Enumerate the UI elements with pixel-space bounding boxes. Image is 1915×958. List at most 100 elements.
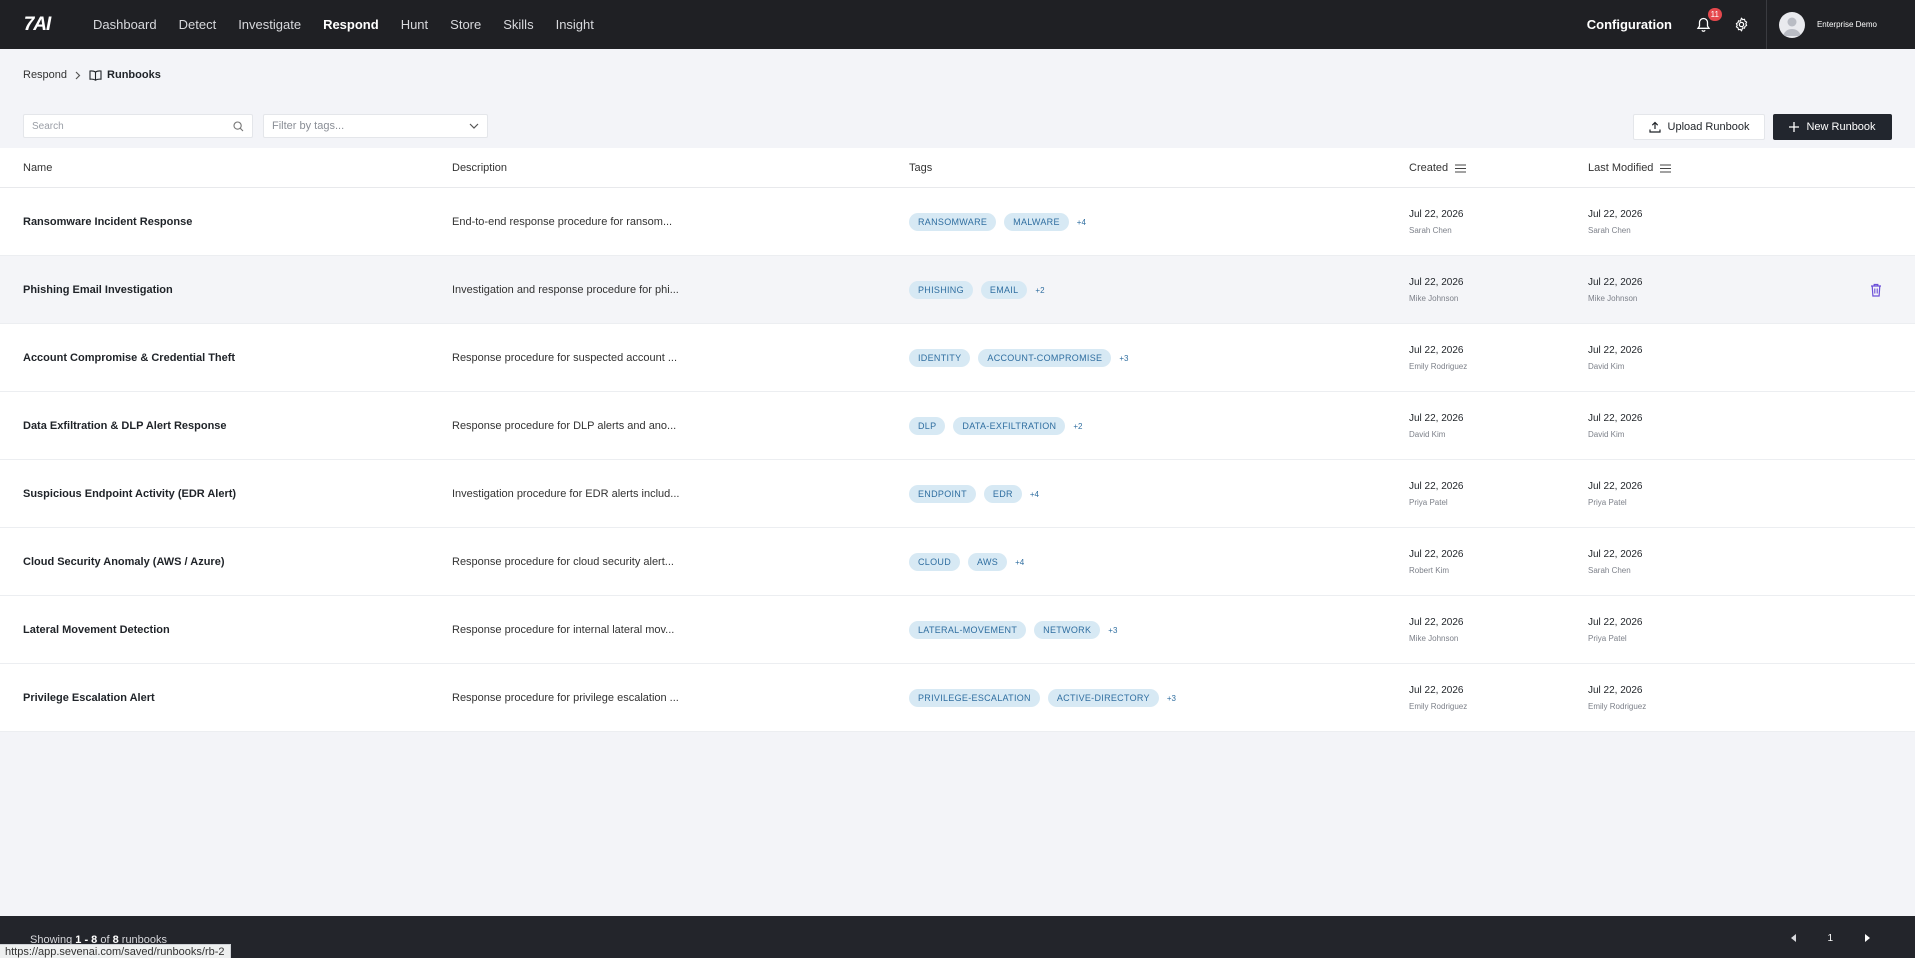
created-date: Jul 22, 2026 [1409,345,1464,356]
nav-item-detect[interactable]: Detect [168,0,228,49]
breadcrumb: Respond Runbooks [23,69,161,81]
modified-by: Sarah Chen [1588,566,1631,575]
modified-date: Jul 22, 2026 [1588,685,1643,696]
modified-by: Priya Patel [1588,498,1627,507]
created-date: Jul 22, 2026 [1409,685,1464,696]
column-header-tags: Tags [909,162,933,174]
table-row[interactable]: Suspicious Endpoint Activity (EDR Alert)… [0,460,1915,528]
more-tags-count[interactable]: +2 [1073,422,1082,431]
modified-cell: Jul 22, 2026 Sarah Chen [1588,528,1643,596]
upload-icon [1648,121,1661,133]
created-date: Jul 22, 2026 [1409,277,1464,288]
runbook-description: Investigation and response procedure for… [452,284,679,296]
runbook-description: Response procedure for cloud security al… [452,556,674,568]
caret-right-icon [1864,934,1870,942]
nav-item-dashboard[interactable]: Dashboard [82,0,168,49]
runbooks-table: Name Description Tags Created Last Modif… [0,148,1915,732]
more-tags-count[interactable]: +3 [1167,694,1176,703]
column-header-name[interactable]: Name [23,148,52,188]
modified-cell: Jul 22, 2026 Sarah Chen [1588,188,1643,256]
column-menu-icon[interactable] [1455,163,1467,173]
more-tags-count[interactable]: +4 [1077,218,1086,227]
tag-chip: PHISHING [909,281,973,299]
new-runbook-label: New Runbook [1806,121,1876,133]
main-nav: Dashboard Detect Investigate Respond Hunt Sto… [82,0,605,49]
next-page-button[interactable] [1857,928,1877,948]
runbook-name: Account Compromise & Credential Theft [23,352,236,364]
created-date: Jul 22, 2026 [1409,617,1464,628]
nav-item-hunt[interactable]: Hunt [390,0,439,49]
table-row[interactable]: Cloud Security Anomaly (AWS / Azure) Res… [0,528,1915,596]
more-tags-count[interactable]: +2 [1035,286,1044,295]
created-by: Sarah Chen [1409,226,1452,235]
created-cell: Jul 22, 2026 Mike Johnson [1409,256,1464,324]
modified-cell: Jul 22, 2026 Emily Rodriguez [1588,664,1646,732]
tag-chip: IDENTITY [909,349,971,367]
app-logo[interactable]: 7AI [0,0,64,49]
tag-chip: EDR [983,485,1022,503]
created-by: David Kim [1409,430,1446,439]
chevron-right-icon [75,71,81,80]
nav-item-respond[interactable]: Respond [312,0,390,49]
modified-cell: Jul 22, 2026 Priya Patel [1588,460,1643,528]
modified-cell: Jul 22, 2026 Mike Johnson [1588,256,1643,324]
search-input[interactable] [32,120,233,132]
user-menu[interactable]: Enterprise Demo [1765,0,1915,49]
more-tags-count[interactable]: +4 [1030,490,1039,499]
modified-date: Jul 22, 2026 [1588,209,1643,220]
table-row[interactable]: Privilege Escalation Alert Response proc… [0,664,1915,732]
created-date: Jul 22, 2026 [1409,549,1464,560]
trash-icon [1871,283,1881,297]
nav-item-investigate[interactable]: Investigate [227,0,312,49]
modified-by: Priya Patel [1588,634,1627,643]
previous-page-button[interactable] [1783,928,1803,948]
settings-button[interactable] [1732,15,1752,35]
tag-chip: MALWARE [1004,213,1069,231]
column-header-last-modified[interactable]: Last Modified [1588,148,1672,188]
upload-runbook-button[interactable]: Upload Runbook [1633,114,1765,140]
more-tags-count[interactable]: +3 [1108,626,1117,635]
chevron-down-icon [469,123,479,129]
notification-badge: 11 [1707,7,1722,21]
nav-item-store[interactable]: Store [439,0,492,49]
modified-cell: Jul 22, 2026 David Kim [1588,324,1643,392]
avatar [1778,11,1805,38]
more-tags-count[interactable]: +3 [1119,354,1128,363]
runbook-description: Response procedure for privilege escalat… [452,692,679,704]
tag-chip: EMAIL [980,281,1028,299]
new-runbook-button[interactable]: New Runbook [1773,114,1892,140]
search-box [23,114,253,138]
notifications-button[interactable]: 11 [1694,7,1722,35]
runbook-tags: CLOUD AWS +4 [909,528,1024,596]
modified-cell: Jul 22, 2026 David Kim [1588,392,1643,460]
nav-item-skills[interactable]: Skills [492,0,544,49]
runbook-description: Response procedure for DLP alerts and an… [452,420,677,432]
table-footer: Showing 1 - 8 of 8 runbooks 1 [0,916,1915,958]
more-tags-count[interactable]: +4 [1015,558,1024,567]
tag-chip: PRIVILEGE-ESCALATION [909,689,1040,707]
modified-date: Jul 22, 2026 [1588,277,1643,288]
configuration-link[interactable]: Configuration [1587,17,1672,32]
column-header-created[interactable]: Created [1409,148,1467,188]
column-menu-icon[interactable] [1660,163,1672,173]
table-row[interactable]: Phishing Email Investigation Investigati… [0,256,1915,324]
table-row[interactable]: Ransomware Incident Response End-to-end … [0,188,1915,256]
gear-icon [1736,17,1748,32]
modified-date: Jul 22, 2026 [1588,549,1643,560]
table-row[interactable]: Account Compromise & Credential Theft Re… [0,324,1915,392]
status-bar-url: https://app.sevenai.com/saved/runbooks/r… [0,944,231,958]
runbook-name: Data Exfiltration & DLP Alert Response [23,420,227,432]
runbook-name: Suspicious Endpoint Activity (EDR Alert) [23,488,237,500]
current-page[interactable]: 1 [1827,933,1833,944]
tag-chip: DATA-EXFILTRATION [953,417,1066,435]
breadcrumb-current: Runbooks [89,69,161,81]
delete-runbook-button[interactable] [1869,282,1883,298]
modified-by: David Kim [1588,362,1625,371]
tag-filter-select[interactable]: Filter by tags... [263,114,488,138]
runbook-tags: LATERAL-MOVEMENT NETWORK +3 [909,596,1117,664]
breadcrumb-respond[interactable]: Respond [23,69,67,81]
table-row[interactable]: Data Exfiltration & DLP Alert Response R… [0,392,1915,460]
table-row[interactable]: Lateral Movement Detection Response proc… [0,596,1915,664]
nav-item-insight[interactable]: Insight [545,0,605,49]
book-icon [89,69,102,81]
